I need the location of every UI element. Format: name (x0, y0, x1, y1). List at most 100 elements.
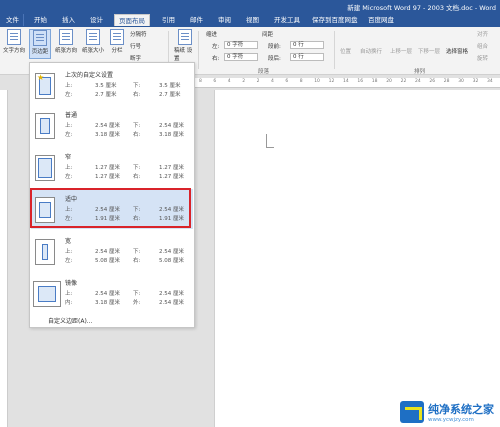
rotate-button[interactable]: 旋转 (477, 54, 488, 62)
margin-option-narrow[interactable]: 窄 上: 1.27 厘米 下: 1.27 厘米 左: 1.27 厘米 右: 1.… (31, 147, 193, 187)
right-value: 2.7 厘米 (159, 92, 181, 98)
tab-save-to-baidu[interactable]: 保存到百度网盘 (308, 14, 362, 26)
ruler-tick: 24 (415, 79, 421, 84)
right-value: 1.27 厘米 (159, 174, 184, 180)
highlight-box (30, 188, 191, 228)
margin-option-wide[interactable]: 宽 上: 2.54 厘米 下: 2.54 厘米 左: 5.08 厘米 右: 5.… (31, 231, 193, 271)
tab-file[interactable]: 文件 (2, 14, 24, 26)
right-label: 右: (133, 258, 141, 264)
ruler-tick: 6 (213, 79, 217, 84)
ribbon-tabs: 文件 开始 插入 设计 页面布局 引用 邮件 审阅 视图 开发工具 保存到百度网… (0, 13, 500, 27)
tab-developer[interactable]: 开发工具 (270, 14, 304, 26)
watermark-url: www.ycwjzy.com (428, 417, 474, 423)
left-label: 左: (65, 132, 73, 138)
custom-margins-button[interactable]: 自定义边距(A)... (48, 316, 93, 325)
bottom-label: 下: (133, 83, 141, 89)
text-direction-button[interactable]: 文字方向 (2, 29, 26, 54)
option-name: 上次的自定义设置 (65, 72, 114, 79)
spacing-before-input[interactable]: 0 行 (290, 41, 324, 49)
ruler-tick: 4 (227, 79, 231, 84)
spacing-after-input[interactable]: 0 行 (290, 53, 324, 61)
bottom-value: 2.54 厘米 (159, 249, 184, 255)
ruler-tick: 34 (487, 79, 493, 84)
columns-label: 分栏 (111, 48, 123, 54)
line-numbers-button[interactable]: 行号 (130, 42, 141, 50)
bottom-label: 下: (133, 123, 141, 129)
margin-option-last-custom[interactable]: ★ 上次的自定义设置 上: 3.5 厘米 下: 3.5 厘米 左: 2.7 厘米… (31, 65, 193, 105)
selection-pane-button[interactable]: 选择窗格 (446, 47, 468, 55)
tab-references[interactable]: 引用 (158, 14, 179, 26)
spacing-heading: 间距 (262, 32, 274, 38)
margin-option-mirrored[interactable]: 镜像 上: 2.54 厘米 下: 2.54 厘米 内: 3.18 厘米 外: 2… (31, 273, 193, 313)
ruler-tick: 26 (429, 79, 436, 84)
tab-design[interactable]: 设计 (86, 14, 107, 26)
ribbon-separator (198, 31, 199, 69)
draft-settings-button[interactable]: 稿纸 设置 (174, 29, 196, 62)
columns-button[interactable]: 分栏 (108, 29, 126, 54)
align-button[interactable]: 对齐 (477, 30, 488, 38)
paper-size-label: 纸张大小 (81, 48, 104, 54)
left-value: 3.18 厘米 (95, 132, 120, 138)
text-direction-label: 文字方向 (2, 48, 25, 54)
margins-label: 页边距 (31, 49, 49, 55)
position-button[interactable]: 位置 (340, 47, 351, 55)
top-label: 上: (65, 291, 73, 297)
horizontal-ruler: 8 6 4 2 2 4 6 8 10 12 14 16 18 20 22 24 26 28 30 32 34 (195, 78, 500, 88)
option-name: 普通 (65, 112, 78, 119)
orientation-button[interactable]: 纸张方向 (54, 29, 78, 54)
ruler-tick: 16 (357, 79, 364, 84)
tab-insert[interactable]: 插入 (58, 14, 79, 26)
window-title: 新建 Microsoft Word 97 - 2003 文档.doc - Wor… (347, 4, 496, 12)
wrap-text-button[interactable]: 自动换行 (360, 47, 382, 55)
paper-size-button[interactable]: 纸张大小 (80, 29, 106, 54)
indent-left-input[interactable]: 0 字符 (224, 41, 258, 49)
left-label: 左: (65, 174, 73, 180)
paper-size-icon (86, 29, 100, 45)
send-backward-button[interactable]: 下移一层 (418, 47, 440, 55)
margin-option-normal[interactable]: 普通 上: 2.54 厘米 下: 2.54 厘米 左: 3.18 厘米 右: 3… (31, 105, 193, 145)
ruler-tick: 18 (371, 79, 378, 84)
right-value: 5.08 厘米 (159, 258, 184, 264)
breaks-button[interactable]: 分隔符 (130, 30, 147, 38)
indent-heading: 缩进 (206, 32, 218, 38)
tab-baidu-netdisk[interactable]: 百度网盘 (364, 14, 398, 26)
bring-forward-button[interactable]: 上移一层 (390, 47, 412, 55)
right-label: 右: (133, 174, 141, 180)
ruler-tick: 12 (328, 79, 335, 84)
top-value: 2.54 厘米 (95, 291, 120, 297)
tab-view[interactable]: 视图 (242, 14, 263, 26)
bottom-label: 下: (133, 249, 141, 255)
normal-margin-icon (35, 113, 55, 139)
margins-button[interactable]: 页边距 (29, 29, 51, 59)
tab-mailings[interactable]: 邮件 (186, 14, 207, 26)
left-label: 左: (65, 92, 73, 98)
ruler-tick: 8 (199, 79, 202, 84)
ruler-tick: 2 (256, 79, 260, 84)
top-label: 上: (65, 249, 73, 255)
right-value: 3.18 厘米 (159, 132, 184, 138)
ruler-tick: 32 (472, 79, 479, 84)
tab-home[interactable]: 开始 (30, 14, 51, 26)
ruler-tick: 8 (299, 79, 303, 84)
title-bar: 新建 Microsoft Word 97 - 2003 文档.doc - Wor… (0, 0, 500, 13)
indent-right-input[interactable]: 0 字符 (224, 53, 258, 61)
left-value: 1.27 厘米 (95, 174, 120, 180)
left-value: 5.08 厘米 (95, 258, 120, 264)
wide-margin-icon (35, 239, 55, 265)
tab-review[interactable]: 审阅 (214, 14, 235, 26)
right-value: 2.54 厘米 (159, 300, 184, 306)
bottom-value: 2.54 厘米 (159, 291, 184, 297)
tab-page-layout[interactable]: 页面布局 (114, 14, 150, 26)
top-value: 2.54 厘米 (95, 123, 120, 129)
top-value: 2.54 厘米 (95, 249, 120, 255)
group-button[interactable]: 组合 (477, 42, 488, 50)
hyphenation-button[interactable]: 断字 (130, 54, 141, 62)
bottom-value: 1.27 厘米 (159, 165, 184, 171)
indent-left-label: 左: (212, 44, 220, 50)
bottom-label: 下: (133, 165, 141, 171)
ruler-tick: 28 (443, 79, 450, 84)
top-value: 3.5 厘米 (95, 83, 117, 89)
document-page[interactable] (214, 90, 500, 427)
mirrored-margin-icon (33, 281, 61, 307)
spacing-before-label: 段前: (268, 44, 281, 50)
